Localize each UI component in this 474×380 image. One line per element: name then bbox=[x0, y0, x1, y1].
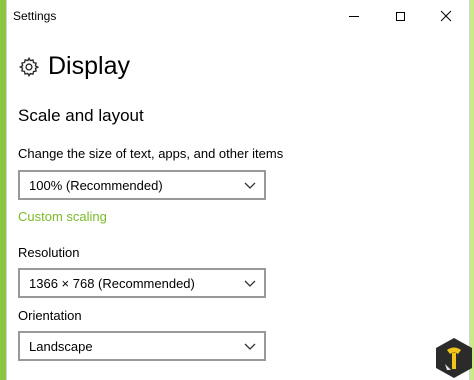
chevron-down-icon bbox=[244, 280, 256, 287]
chevron-down-icon bbox=[244, 182, 256, 189]
scale-dropdown[interactable]: 100% (Recommended) bbox=[18, 170, 266, 200]
title-bar[interactable]: Settings bbox=[7, 0, 469, 32]
resolution-label: Resolution bbox=[18, 245, 80, 260]
settings-content: Display Scale and layout Change the size… bbox=[7, 32, 469, 380]
page-header: Display bbox=[18, 52, 130, 81]
custom-scaling-link[interactable]: Custom scaling bbox=[18, 209, 107, 224]
close-button[interactable] bbox=[423, 0, 469, 32]
gear-icon bbox=[18, 56, 40, 77]
maximize-icon bbox=[395, 11, 405, 21]
section-title: Scale and layout bbox=[18, 106, 144, 125]
scale-label: Change the size of text, apps, and other… bbox=[18, 146, 284, 161]
page-title: Display bbox=[48, 52, 130, 80]
watermark-logo-icon bbox=[436, 338, 472, 378]
resolution-dropdown[interactable]: 1366 × 768 (Recommended) bbox=[18, 268, 266, 298]
minimize-icon bbox=[349, 15, 359, 17]
orientation-label: Orientation bbox=[18, 308, 82, 323]
orientation-dropdown-value: Landscape bbox=[29, 338, 93, 354]
close-icon bbox=[440, 10, 452, 22]
window-title: Settings bbox=[13, 9, 57, 23]
maximize-button[interactable] bbox=[377, 0, 423, 32]
resolution-dropdown-value: 1366 × 768 (Recommended) bbox=[29, 275, 195, 291]
chevron-down-icon bbox=[244, 343, 256, 350]
orientation-dropdown[interactable]: Landscape bbox=[18, 331, 266, 361]
scale-dropdown-value: 100% (Recommended) bbox=[29, 177, 163, 193]
settings-window: Settings Display Scale and layout Change… bbox=[6, 0, 470, 380]
minimize-button[interactable] bbox=[331, 0, 377, 32]
